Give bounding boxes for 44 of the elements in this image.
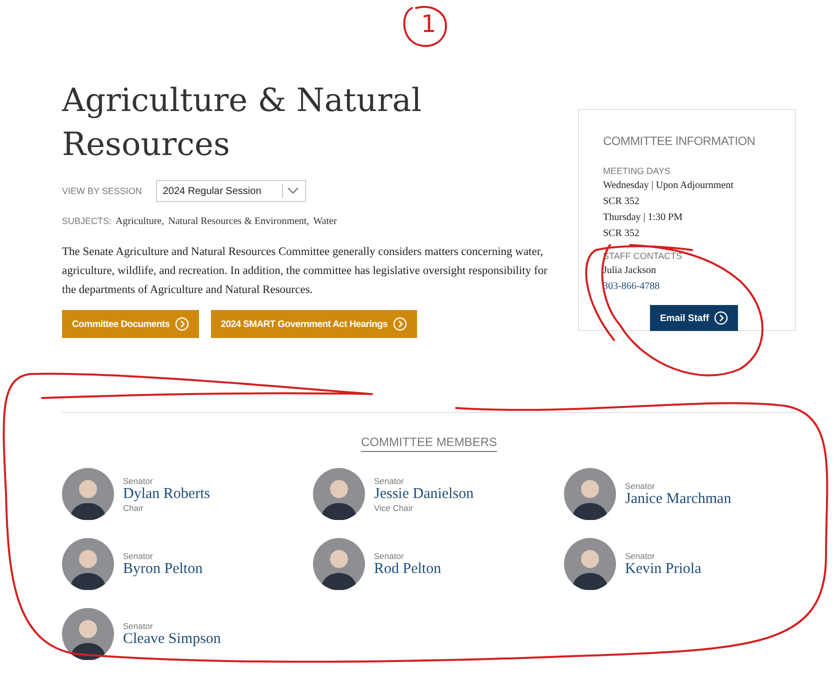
avatar-silhouette-icon <box>313 538 365 590</box>
card-heading: COMMITTEE INFORMATION <box>603 134 756 148</box>
member-title: Senator <box>625 550 656 560</box>
member-name-link[interactable]: Janice Marchman <box>625 490 732 508</box>
session-select[interactable]: 2024 Regular Session <box>156 180 306 202</box>
member-name-link[interactable]: Jessie Danielson <box>374 486 474 502</box>
session-label: VIEW BY SESSION <box>62 186 142 196</box>
subject-link[interactable]: Natural Resources & Environment, <box>168 216 310 227</box>
avatar-silhouette-icon <box>62 468 114 520</box>
subject-link[interactable]: Agriculture, <box>116 216 164 227</box>
member-name-link[interactable]: Rod Pelton <box>374 560 442 578</box>
arrow-circle-icon <box>392 317 407 331</box>
avatar-silhouette-icon <box>564 538 616 590</box>
member-title: Senator <box>374 476 405 486</box>
subjects-label: SUBJECTS: <box>62 216 112 226</box>
member-name-link[interactable]: Dylan Roberts <box>123 486 210 502</box>
subject-link[interactable]: Water <box>313 216 337 227</box>
member-role: Vice Chair <box>374 502 414 512</box>
member-title: Senator <box>123 550 154 560</box>
member-role: Chair <box>123 502 144 512</box>
meeting-detail: SCR 352 <box>603 195 640 209</box>
meeting-detail: SCR 352 <box>603 227 640 241</box>
email-staff-button[interactable]: Email Staff <box>650 305 738 331</box>
avatar-silhouette-icon <box>62 538 114 590</box>
arrow-circle-icon <box>174 317 189 331</box>
committee-description: The Senate Agriculture and Natural Resources Committee generally considers matters concerning water, agriculture, wildlife, and recreation. In addition, the committee has legislative oversight responsibility for the departments of Agriculture and Natural Resources. <box>62 245 548 298</box>
member-title: Senator <box>374 550 405 560</box>
meeting-days-label: MEETING DAYS <box>603 166 672 176</box>
avatar-silhouette-icon <box>564 468 616 520</box>
member-name-link[interactable]: Byron Pelton <box>123 560 203 578</box>
members-heading: COMMITTEE MEMBERS <box>360 435 497 452</box>
arrow-circle-icon <box>714 311 728 325</box>
meeting-detail: Wednesday | Upon Adjournment <box>603 179 734 193</box>
member-title: Senator <box>625 480 656 490</box>
member-title: Senator <box>123 620 154 630</box>
annotation-number: 1 <box>421 10 436 38</box>
chevron-down-icon <box>286 187 299 195</box>
member-title: Senator <box>123 476 154 486</box>
member-name-link[interactable]: Cleave Simpson <box>123 630 221 648</box>
member-name-link[interactable]: Kevin Priola <box>625 560 702 578</box>
meeting-detail: Thursday | 1:30 PM <box>603 211 684 225</box>
avatar-silhouette-icon <box>62 608 114 660</box>
avatar-silhouette-icon <box>313 468 365 520</box>
page-title: Agriculture & Natural Resources <box>62 80 423 165</box>
